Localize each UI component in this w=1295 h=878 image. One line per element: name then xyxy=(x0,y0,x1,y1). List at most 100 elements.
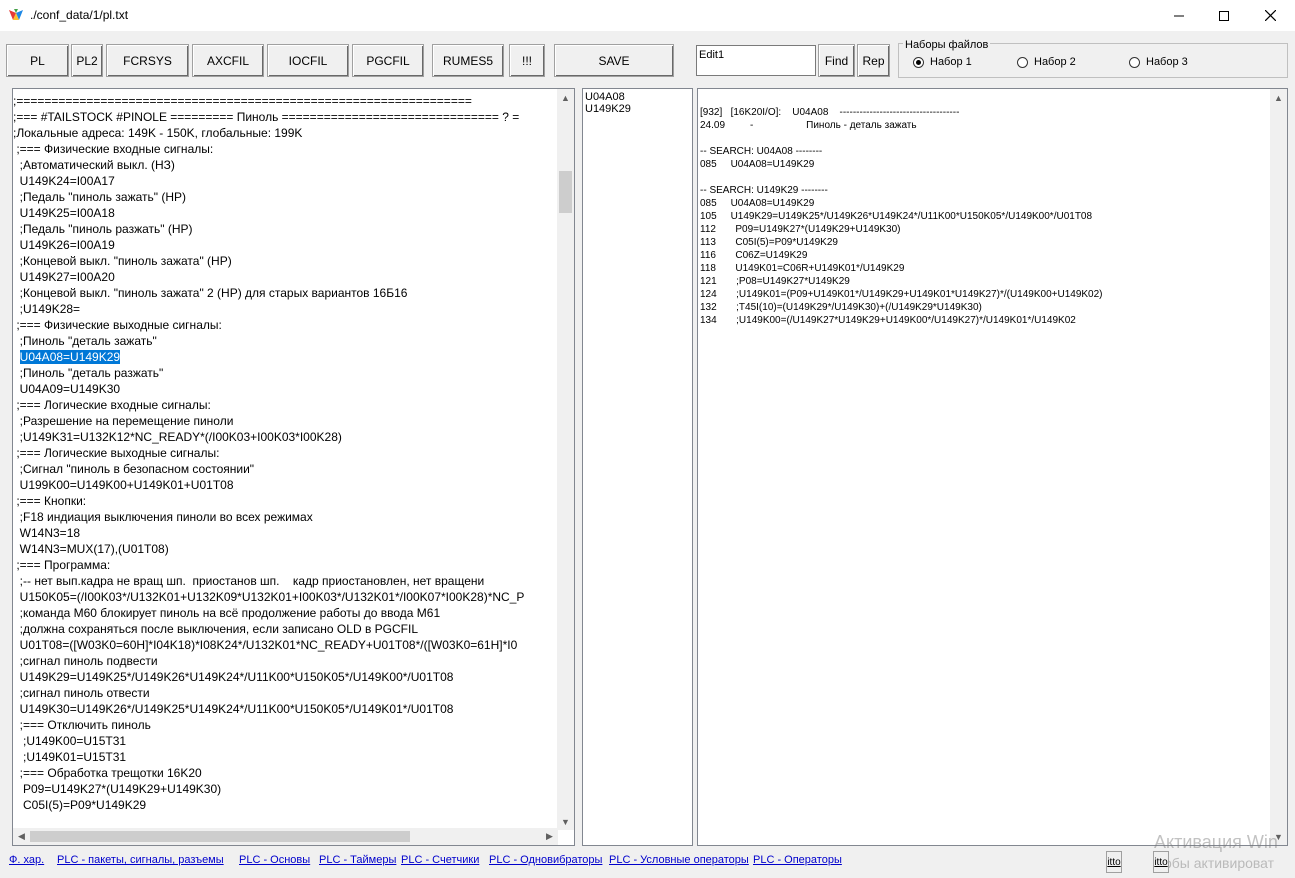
code-line[interactable]: ;=== Отключить пиноль xyxy=(13,717,558,733)
code-vertical-scrollbar[interactable]: ▲ ▼ xyxy=(557,89,574,830)
code-line[interactable]: ;Педаль "пиноль зажать" (НР) xyxy=(13,189,558,205)
code-line[interactable]: ;U149K31=U132K12*NC_READY*(/I00K03+I00K0… xyxy=(13,429,558,445)
search-result-line[interactable]: [932] [16K20I/O]: U04A08 ---------------… xyxy=(700,106,1270,119)
iocfil-button[interactable]: IOCFIL xyxy=(267,44,349,77)
footer-field-2[interactable]: itto xyxy=(1153,851,1169,873)
code-line[interactable]: ;Пиноль "деталь зажать" xyxy=(13,333,558,349)
search-result-line[interactable]: 085 U04A08=U149K29 xyxy=(700,158,1270,171)
code-horizontal-scrollbar[interactable]: ◀ ▶ xyxy=(13,828,558,845)
code-line[interactable]: ;команда M60 блокирует пиноль на всё про… xyxy=(13,605,558,621)
search-result-line[interactable]: 116 C06Z=U149K29 xyxy=(700,249,1270,262)
search-result-line[interactable]: 24.09 - Пиноль - деталь зажать xyxy=(700,119,1270,132)
radio-set-2[interactable]: Набор 2 xyxy=(1017,56,1076,68)
code-line[interactable]: ;сигнал пиноль отвести xyxy=(13,685,558,701)
search-result-line[interactable]: 085 U04A08=U149K29 xyxy=(700,197,1270,210)
fcrsys-button[interactable]: FCRSYS xyxy=(106,44,189,77)
search-input[interactable]: Edit1 xyxy=(696,45,816,76)
code-line[interactable]: ;=== Логические входные сигналы: xyxy=(13,397,558,413)
code-line[interactable]: ;Сигнал "пиноль в безопасном состоянии" xyxy=(13,461,558,477)
scroll-down-icon[interactable]: ▼ xyxy=(557,813,574,830)
pl-button[interactable]: PL xyxy=(6,44,69,77)
code-line[interactable]: ;=== Логические выходные сигналы: xyxy=(13,445,558,461)
code-line[interactable]: U149K25=I00A18 xyxy=(13,205,558,221)
code-line[interactable]: C05I(5)=P09*U149K29 xyxy=(13,797,558,813)
code-line[interactable]: ;U149K00=U15T31 xyxy=(13,733,558,749)
search-result-line[interactable]: 132 ;T45I(10)=(U149K29*/U149K30)+(/U149K… xyxy=(700,301,1270,314)
code-line[interactable]: U04A09=U149K30 xyxy=(13,381,558,397)
axcfil-button[interactable]: AXCFIL xyxy=(192,44,264,77)
code-line[interactable]: U149K30=U149K26*/U149K25*U149K24*/U11K00… xyxy=(13,701,558,717)
pgcfil-button[interactable]: PGCFIL xyxy=(352,44,424,77)
search-result-line[interactable]: 118 U149K01=C06R+U149K01*/U149K29 xyxy=(700,262,1270,275)
code-text[interactable]: ;=======================================… xyxy=(13,93,558,819)
code-line[interactable]: ;Концевой выкл. "пиноль зажата" 2 (НР) д… xyxy=(13,285,558,301)
close-button[interactable] xyxy=(1247,0,1293,31)
horizontal-scroll-thumb[interactable] xyxy=(30,831,410,842)
code-line[interactable]: U04A08=U149K29 xyxy=(13,349,558,365)
radio-set-3[interactable]: Набор 3 xyxy=(1129,56,1188,68)
code-line[interactable]: ;F18 индиация выключения пиноли во всех … xyxy=(13,509,558,525)
code-line[interactable]: ;должна сохраняться после выключения, ес… xyxy=(13,621,558,637)
link-plc-packets[interactable]: PLC - пакеты, сигналы, разъемы xyxy=(57,854,224,866)
search-vertical-scrollbar[interactable]: ▲ ▼ xyxy=(1270,89,1287,845)
search-result-line[interactable] xyxy=(700,132,1270,145)
save-button[interactable]: SAVE xyxy=(554,44,674,77)
code-line[interactable]: ;=== Физические выходные сигналы: xyxy=(13,317,558,333)
code-line[interactable]: ;сигнал пиноль подвести xyxy=(13,653,558,669)
code-line[interactable]: W14N3=MUX(17),(U01T08) xyxy=(13,541,558,557)
link-plc-basics[interactable]: PLC - Основы xyxy=(239,854,310,866)
search-results[interactable]: [932] [16K20I/O]: U04A08 ---------------… xyxy=(697,88,1288,846)
code-line[interactable]: ;Локальные адреса: 149K - 150K, глобальн… xyxy=(13,125,558,141)
code-line[interactable]: ;Педаль "пиноль разжать" (НР) xyxy=(13,221,558,237)
code-line[interactable]: U150K05=(/I00K03*/U132K01+U132K09*U132K0… xyxy=(13,589,558,605)
search-result-line[interactable]: 105 U149K29=U149K25*/U149K26*U149K24*/U1… xyxy=(700,210,1270,223)
code-line[interactable]: U01T08=([W03K0=60H]*I04K18)*I08K24*/U132… xyxy=(13,637,558,653)
search-result-line[interactable]: -- SEARCH: U04A08 -------- xyxy=(700,145,1270,158)
code-line[interactable]: U149K29=U149K25*/U149K26*U149K24*/U11K00… xyxy=(13,669,558,685)
code-line[interactable]: ;=== #TAILSTOCK #PINOLE ========= Пиноль… xyxy=(13,109,558,125)
footer-field-1[interactable]: itto xyxy=(1106,851,1122,873)
link-plc-timers[interactable]: PLC - Таймеры xyxy=(319,854,396,866)
replace-button[interactable]: Rep xyxy=(857,44,890,77)
list-item[interactable]: U04A08 xyxy=(583,91,692,103)
scroll-up-icon[interactable]: ▲ xyxy=(557,89,574,106)
scroll-up-icon[interactable]: ▲ xyxy=(1270,89,1287,106)
link-plc-conditional[interactable]: PLC - Условные операторы xyxy=(609,854,749,866)
code-line[interactable]: ;=== Физические входные сигналы: xyxy=(13,141,558,157)
code-line[interactable]: ;Автоматический выкл. (НЗ) xyxy=(13,157,558,173)
radio-set-1[interactable]: Набор 1 xyxy=(913,56,972,68)
search-result-line[interactable]: 134 ;U149K00=(/U149K27*U149K29+U149K00*/… xyxy=(700,314,1270,327)
exclaim-button[interactable]: !!! xyxy=(509,44,545,77)
link-f-har[interactable]: Ф. хар. xyxy=(9,854,44,866)
code-line[interactable]: ;=== Обработка трещотки 16K20 xyxy=(13,765,558,781)
maximize-button[interactable] xyxy=(1201,0,1247,31)
search-result-line[interactable] xyxy=(700,171,1270,184)
signal-list[interactable]: U04A08 U149K29 xyxy=(582,88,693,846)
code-line[interactable]: U149K26=I00A19 xyxy=(13,237,558,253)
code-line[interactable]: ;Концевой выкл. "пиноль зажата" (НР) xyxy=(13,253,558,269)
list-item[interactable]: U149K29 xyxy=(583,103,692,115)
code-line[interactable]: ;=======================================… xyxy=(13,93,558,109)
code-line[interactable]: ;Разрешение на перемещение пиноли xyxy=(13,413,558,429)
code-line[interactable]: ;U149K28= xyxy=(13,301,558,317)
code-line[interactable]: U149K27=I00A20 xyxy=(13,269,558,285)
search-result-line[interactable]: 121 ;P08=U149K27*U149K29 xyxy=(700,275,1270,288)
code-line[interactable]: U149K24=I00A17 xyxy=(13,173,558,189)
code-line[interactable]: ;=== Программа: xyxy=(13,557,558,573)
minimize-button[interactable] xyxy=(1156,0,1202,31)
code-line[interactable]: W14N3=18 xyxy=(13,525,558,541)
search-result-line[interactable]: 113 C05I(5)=P09*U149K29 xyxy=(700,236,1270,249)
search-result-line[interactable]: 124 ;U149K01=(P09+U149K01*/U149K29+U149K… xyxy=(700,288,1270,301)
scroll-right-icon[interactable]: ▶ xyxy=(541,828,558,845)
pl2-button[interactable]: PL2 xyxy=(71,44,103,77)
code-line[interactable]: P09=U149K27*(U149K29+U149K30) xyxy=(13,781,558,797)
link-plc-operators[interactable]: PLC - Операторы xyxy=(753,854,842,866)
code-line[interactable]: ;-- нет вып.кадра не вращ шп. приостанов… xyxy=(13,573,558,589)
selected-text[interactable]: U04A08=U149K29 xyxy=(19,350,121,364)
search-result-line[interactable]: -- SEARCH: U149K29 -------- xyxy=(700,184,1270,197)
code-line[interactable]: ;U149K01=U15T31 xyxy=(13,749,558,765)
code-editor[interactable]: ;=======================================… xyxy=(12,88,575,846)
link-plc-oneshots[interactable]: PLC - Одновибраторы xyxy=(489,854,602,866)
code-line[interactable]: ;=== Кнопки: xyxy=(13,493,558,509)
link-plc-counters[interactable]: PLC - Счетчики xyxy=(401,854,479,866)
